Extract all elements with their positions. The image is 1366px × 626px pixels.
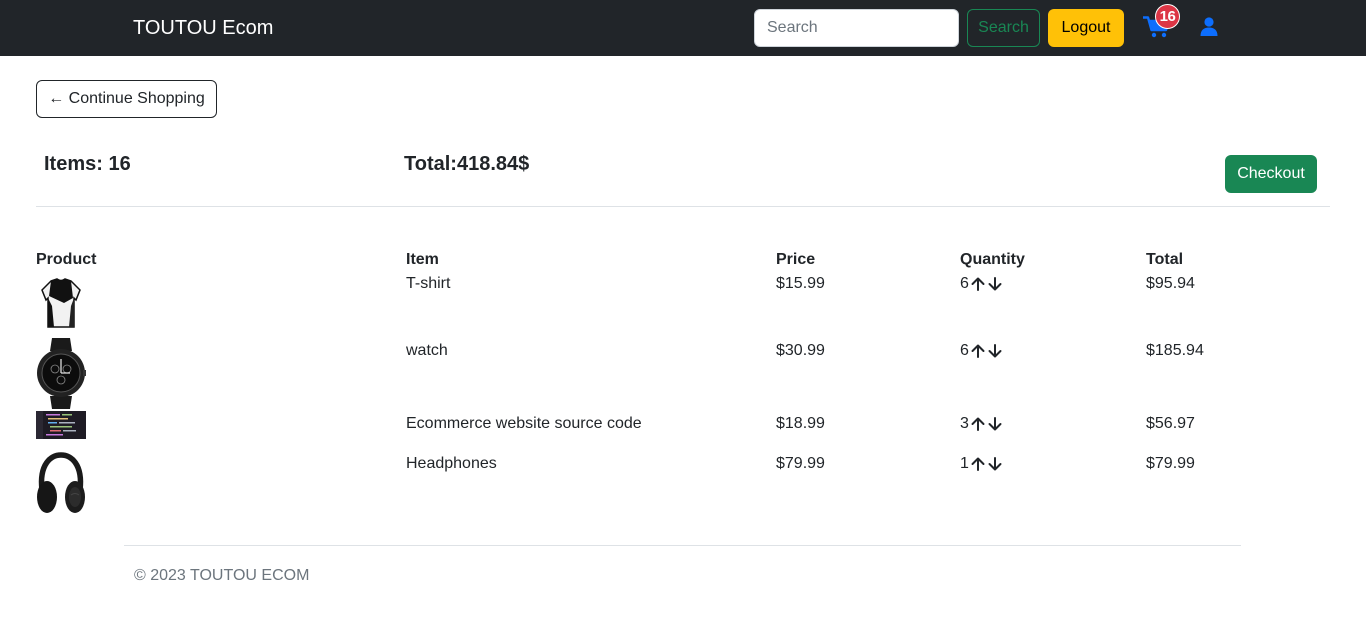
row-quantity: 1: [960, 455, 969, 472]
row-quantity-cell: 6: [960, 341, 1003, 361]
continue-shopping-button[interactable]: ← Continue Shopping: [36, 80, 217, 118]
header-quantity: Quantity: [960, 251, 1025, 268]
summary-divider: [36, 206, 1330, 207]
header-item: Item: [406, 251, 439, 268]
user-icon: [1200, 17, 1218, 36]
row-price: $79.99: [776, 455, 825, 472]
arrow-down-icon[interactable]: [987, 416, 1003, 432]
items-summary: Items: 16: [44, 152, 131, 176]
total-summary: Total:418.84$: [404, 152, 529, 176]
items-count: 16: [108, 153, 131, 175]
row-quantity: 6: [960, 275, 969, 292]
t-shirt-image: [41, 278, 81, 328]
arrow-down-icon[interactable]: [987, 276, 1003, 292]
row-total: $185.94: [1146, 342, 1204, 359]
cart-count-badge: 16: [1155, 4, 1180, 29]
row-total: $56.97: [1146, 415, 1195, 432]
row-quantity-cell: 3: [960, 414, 1003, 434]
row-price: $18.99: [776, 415, 825, 432]
search-input[interactable]: [754, 9, 959, 47]
row-item-name: T-shirt: [406, 275, 451, 292]
row-total: $95.94: [1146, 275, 1195, 292]
header-total: Total: [1146, 251, 1184, 268]
cart-link[interactable]: 16: [1143, 4, 1180, 38]
row-quantity: 6: [960, 342, 969, 359]
logout-button[interactable]: Logout: [1048, 9, 1124, 47]
row-quantity: 3: [960, 415, 969, 432]
user-link[interactable]: [1200, 17, 1218, 37]
arrow-down-icon[interactable]: [987, 456, 1003, 472]
items-label: Items:: [44, 153, 109, 175]
arrow-up-icon[interactable]: [970, 456, 986, 472]
row-quantity-cell: 1: [960, 454, 1003, 474]
footer-copyright: © 2023 TOUTOU ECOM: [134, 567, 310, 584]
total-value: 418.84$: [456, 153, 530, 175]
row-quantity-cell: 6: [960, 274, 1003, 294]
row-price: $30.99: [776, 342, 825, 359]
header-product: Product: [36, 251, 97, 268]
arrow-up-icon[interactable]: [970, 276, 986, 292]
row-item-name: Headphones: [406, 455, 497, 472]
source-code-image: [36, 411, 86, 439]
arrow-down-icon[interactable]: [987, 343, 1003, 359]
row-total: $79.99: [1146, 455, 1195, 472]
checkout-button[interactable]: Checkout: [1225, 155, 1317, 193]
navbar: TOUTOU Ecom Search Logout 16: [0, 0, 1366, 56]
total-label: Total:: [404, 153, 457, 175]
row-item-name: Ecommerce website source code: [406, 415, 642, 432]
arrow-up-icon[interactable]: [970, 343, 986, 359]
brand-link[interactable]: TOUTOU Ecom: [133, 16, 273, 40]
watch-image: [37, 338, 86, 409]
row-item-name: watch: [406, 342, 448, 359]
search-button[interactable]: Search: [967, 9, 1040, 47]
header-price: Price: [776, 251, 816, 268]
row-price: $15.99: [776, 275, 825, 292]
footer-divider: [124, 545, 1241, 546]
arrow-up-icon[interactable]: [970, 416, 986, 432]
headphones-image: [37, 452, 85, 513]
